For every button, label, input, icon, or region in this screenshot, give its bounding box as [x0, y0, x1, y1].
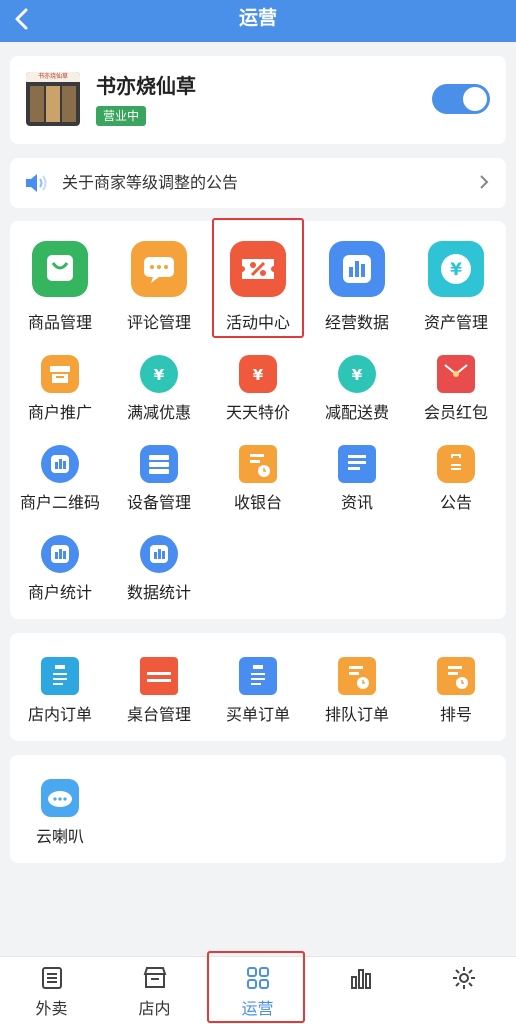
bar-chart-icon — [41, 445, 79, 483]
grid-item-cashier[interactable]: 收银台 — [208, 433, 308, 523]
grid-item-label: 设备管理 — [126, 493, 191, 512]
yen-ticket-icon: ¥ — [239, 355, 277, 393]
grid-item-label: 云喇叭 — [35, 827, 84, 846]
announcement-text: 关于商家等级调整的公告 — [62, 173, 239, 192]
red-envelope-icon — [437, 355, 475, 393]
grid-item-queue-number[interactable]: 排号 — [406, 645, 506, 735]
toggle-knob — [463, 87, 487, 111]
cloud-speaker-icon — [41, 779, 79, 817]
tab-label: 外卖 — [35, 999, 68, 1018]
highlight-box-operations-tab — [207, 951, 305, 1023]
device-list-icon — [140, 445, 178, 483]
table-icon — [140, 657, 178, 695]
grid-item-full-reduction[interactable]: ¥ 满减优惠 — [109, 343, 209, 433]
news-icon — [338, 445, 376, 483]
yen-coin-icon: ¥ — [428, 241, 484, 297]
grid-item-device-management[interactable]: 设备管理 — [109, 433, 209, 523]
grid-item-label: 商户推广 — [27, 403, 92, 422]
chevron-right-icon — [478, 158, 490, 223]
queue-clock-icon — [338, 657, 376, 695]
grid-item-label: 桌台管理 — [126, 705, 191, 724]
grid-item-label: 减配送费 — [324, 403, 389, 422]
grid-item-label: 商户二维码 — [19, 493, 100, 512]
shop-name: 书亦烧仙草 — [96, 74, 196, 98]
shop-promo-icon — [41, 355, 79, 393]
tab-in-store[interactable]: 店内 — [103, 957, 206, 1024]
grid-item-label: 商户统计 — [27, 583, 92, 602]
bag-icon — [32, 241, 88, 297]
page-title: 运营 — [238, 7, 277, 29]
shop-card: 书亦烧仙草 书亦烧仙草 营业中 — [10, 56, 506, 144]
speaker-icon — [24, 171, 50, 195]
speaker-grid: 云喇叭 — [10, 755, 506, 863]
grid-item-announcement[interactable]: 公告 — [406, 433, 506, 523]
grid-item-label: 经营数据 — [324, 313, 389, 332]
grid-item-label: 买单订单 — [225, 705, 290, 724]
cashier-icon — [239, 445, 277, 483]
highlight-box-activity-center — [212, 218, 304, 338]
bar-chart-icon — [41, 535, 79, 573]
svg-text:¥: ¥ — [154, 366, 165, 384]
svg-text:¥: ¥ — [450, 260, 462, 280]
grid-item-label: 排号 — [439, 705, 472, 724]
grid-item-reduce-delivery-fee[interactable]: ¥ 减配送费 — [307, 343, 407, 433]
bottom-tab-bar: 外卖 店内 运营 — [0, 951, 516, 1024]
grid-item-label: 商品管理 — [27, 313, 92, 332]
bar-chart-icon — [329, 241, 385, 297]
grid-item-label: 收银台 — [233, 493, 282, 512]
grid-item-asset-management[interactable]: ¥ 资产管理 — [406, 221, 506, 332]
status-badge: 营业中 — [96, 106, 147, 126]
notice-bag-icon — [437, 445, 475, 483]
top-bar: 运营 — [0, 0, 516, 42]
grid-item-table-management[interactable]: 桌台管理 — [109, 645, 209, 735]
grid-item-review-management[interactable]: 评论管理 — [109, 221, 209, 332]
grid-item-label: 评论管理 — [126, 313, 191, 332]
svg-text:¥: ¥ — [352, 366, 363, 384]
grid-item-label: 资讯 — [340, 493, 373, 512]
grid-item-product-management[interactable]: 商品管理 — [10, 221, 110, 332]
queue-clock-icon — [437, 657, 475, 695]
grid-item-label: 数据统计 — [126, 583, 191, 602]
grid-item-in-store-orders[interactable]: 店内订单 — [10, 645, 110, 735]
tab-label: 店内 — [138, 999, 171, 1018]
grid-item-news[interactable]: 资讯 — [307, 433, 407, 523]
store-icon — [142, 965, 168, 991]
tab-settings[interactable] — [412, 957, 515, 1024]
clipboard-icon — [41, 657, 79, 695]
grid-item-cloud-speaker[interactable]: 云喇叭 — [10, 767, 110, 857]
grid-item-label: 满减优惠 — [126, 403, 191, 422]
clipboard-icon — [239, 657, 277, 695]
grid-item-label: 店内订单 — [27, 705, 92, 724]
grid-item-merchant-qr-code[interactable]: 商户二维码 — [10, 433, 110, 523]
bar-chart-icon — [140, 535, 178, 573]
grid-item-daily-special[interactable]: ¥ 天天特价 — [208, 343, 308, 433]
grid-item-label: 天天特价 — [225, 403, 290, 422]
list-doc-icon — [39, 965, 65, 991]
shop-logo: 书亦烧仙草 — [26, 72, 80, 126]
shop-logo-sign: 书亦烧仙草 — [26, 72, 80, 82]
tab-takeout[interactable]: 外卖 — [0, 957, 103, 1024]
grid-item-payment-orders[interactable]: 买单订单 — [208, 645, 308, 735]
bar-chart-icon — [348, 965, 374, 991]
grid-item-member-red-packet[interactable]: 会员红包 — [406, 343, 506, 433]
grid-item-business-data[interactable]: 经营数据 — [307, 221, 407, 332]
grid-item-label: 排队订单 — [324, 705, 389, 724]
chat-icon — [131, 241, 187, 297]
grid-item-label: 会员红包 — [423, 403, 488, 422]
gear-icon — [451, 965, 477, 991]
grid-item-merchant-statistics[interactable]: 商户统计 — [10, 523, 110, 613]
orders-grid: 店内订单 桌台管理 买单订单 排队订单 排号 — [10, 633, 506, 741]
operations-grid: 商品管理 评论管理 活动中心 经营数据 ¥ 资产管理 商户推广 ¥ 满减优惠 ¥… — [10, 218, 506, 619]
grid-item-queue-orders[interactable]: 排队订单 — [307, 645, 407, 735]
grid-item-merchant-promotion[interactable]: 商户推广 — [10, 343, 110, 433]
grid-item-label: 资产管理 — [423, 313, 488, 332]
grid-item-data-statistics[interactable]: 数据统计 — [109, 523, 209, 613]
grid-item-label: 公告 — [439, 493, 472, 512]
tab-statistics[interactable] — [309, 957, 412, 1024]
announcement-bar[interactable]: 关于商家等级调整的公告 — [10, 158, 506, 208]
svg-text:¥: ¥ — [253, 366, 264, 384]
yen-discount-icon: ¥ — [140, 355, 178, 393]
shop-open-toggle[interactable] — [432, 84, 490, 114]
yen-delivery-icon: ¥ — [338, 355, 376, 393]
